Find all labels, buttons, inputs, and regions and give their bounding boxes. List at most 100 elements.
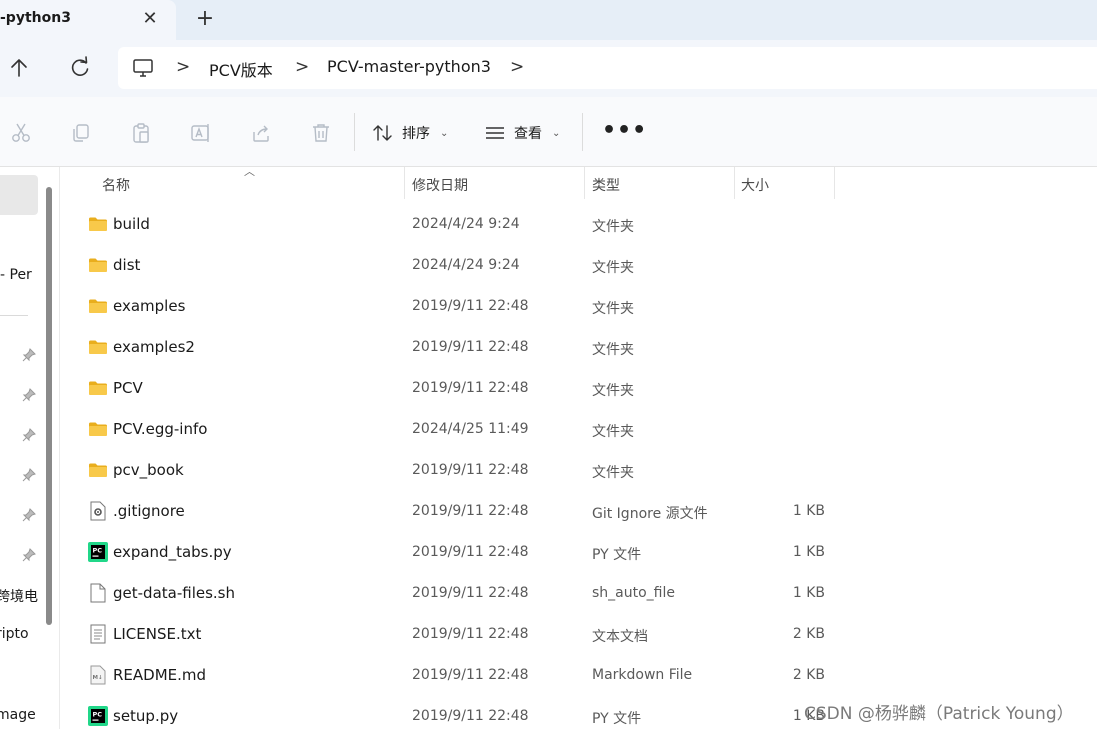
nav-divider — [0, 315, 28, 316]
folder-icon — [88, 378, 108, 398]
close-tab-icon[interactable]: ✕ — [140, 8, 160, 30]
pin-icon[interactable] — [22, 388, 36, 402]
computer-icon[interactable] — [132, 57, 154, 79]
delete-icon[interactable] — [309, 121, 333, 145]
file-row[interactable]: examples 2019/9/11 22:48 文件夹 — [60, 286, 1097, 327]
pin-icon[interactable] — [22, 548, 36, 562]
sort-icon — [373, 125, 392, 141]
file-name: get-data-files.sh — [113, 584, 235, 602]
folder-icon — [88, 296, 108, 316]
file-name: PCV.egg-info — [113, 420, 208, 438]
file-date: 2024/4/25 11:49 — [412, 421, 529, 437]
folder-icon — [88, 255, 108, 275]
watermark-text: CSDN @杨骅麟（Patrick Young） — [804, 704, 1074, 724]
chevron-right-icon[interactable]: > — [295, 57, 309, 77]
text-file-icon — [88, 624, 108, 644]
address-row: > PCV版本 > PCV-master-python3 > — [0, 40, 1097, 97]
refresh-icon[interactable] — [68, 54, 92, 82]
file-type: 文件夹 — [592, 342, 634, 358]
paste-icon[interactable] — [129, 121, 153, 145]
file-row[interactable]: examples2 2019/9/11 22:48 文件夹 — [60, 327, 1097, 368]
column-separator[interactable] — [584, 167, 585, 199]
file-type: 文件夹 — [592, 383, 634, 399]
breadcrumb-pcv-version[interactable]: PCV版本 — [209, 57, 273, 81]
pin-icon[interactable] — [22, 508, 36, 522]
file-name: examples — [113, 297, 186, 315]
nav-item-label[interactable]: - Per — [0, 267, 32, 283]
toolbar-divider — [582, 113, 583, 151]
sort-button[interactable]: 排序 ⌄ — [372, 119, 448, 147]
column-separator[interactable] — [404, 167, 405, 199]
new-tab-button[interactable]: + — [194, 6, 216, 32]
column-separator[interactable] — [734, 167, 735, 199]
file-type: 文件夹 — [592, 465, 634, 481]
breadcrumb-pcv-master[interactable]: PCV-master-python3 — [327, 57, 491, 76]
file-row[interactable]: M↓ README.md 2019/9/11 22:48 Markdown File 2… — [60, 655, 1097, 696]
rename-icon[interactable] — [189, 121, 213, 145]
file-name: .gitignore — [113, 502, 185, 520]
file-type: Git Ignore 源文件 — [592, 506, 708, 522]
cut-icon[interactable] — [9, 121, 33, 145]
file-row[interactable]: get-data-files.sh 2019/9/11 22:48 sh_auto_… — [60, 573, 1097, 614]
pin-icon[interactable] — [22, 468, 36, 482]
column-header-name[interactable]: 名称 — [102, 167, 402, 199]
tab-active[interactable]: -python3 ✕ — [0, 0, 176, 40]
file-size: 1 KB — [792, 585, 825, 601]
nav-selected-item[interactable] — [0, 175, 38, 215]
pycharm-icon: PC — [88, 542, 108, 562]
pin-icon[interactable] — [22, 428, 36, 442]
file-name: README.md — [113, 666, 207, 684]
file-name: LICENSE.txt — [113, 625, 202, 643]
arrow-up-icon[interactable] — [8, 54, 30, 82]
gear-file-icon — [88, 501, 108, 521]
column-header-type[interactable]: 类型 — [592, 167, 732, 199]
file-date: 2019/9/11 22:48 — [412, 667, 529, 683]
file-row[interactable]: PCV 2019/9/11 22:48 文件夹 — [60, 368, 1097, 409]
chevron-right-icon[interactable]: > — [510, 57, 524, 77]
share-icon[interactable] — [249, 121, 273, 145]
address-bar[interactable]: > PCV版本 > PCV-master-python3 > — [118, 47, 1097, 89]
file-row[interactable]: .gitignore 2019/9/11 22:48 Git Ignore 源文件 1… — [60, 491, 1097, 532]
folder-icon — [88, 214, 108, 234]
column-header-size[interactable]: 大小 — [741, 167, 831, 199]
file-type: 文本文档 — [592, 629, 648, 645]
column-separator[interactable] — [834, 167, 835, 199]
copy-icon[interactable] — [69, 121, 93, 145]
view-list-icon — [486, 127, 504, 139]
file-name: setup.py — [113, 707, 179, 725]
file-name: dist — [113, 256, 141, 274]
file-size: 1 KB — [792, 544, 825, 560]
markdown-file-icon: M↓ — [88, 665, 108, 685]
file-date: 2019/9/11 22:48 — [412, 339, 529, 355]
file-type: 文件夹 — [592, 260, 634, 276]
nav-item-label[interactable]: mage — [0, 707, 36, 723]
file-name: expand_tabs.py — [113, 543, 232, 561]
file-type: PY 文件 — [592, 711, 642, 727]
chevron-right-icon[interactable]: > — [176, 57, 190, 77]
file-name: pcv_book — [113, 461, 184, 479]
file-size: 1 KB — [792, 503, 825, 519]
file-row[interactable]: dist 2024/4/24 9:24 文件夹 — [60, 245, 1097, 286]
toolbar-divider — [354, 113, 355, 151]
nav-scrollbar[interactable] — [46, 187, 52, 625]
view-button[interactable]: 查看 ⌄ — [484, 119, 560, 147]
file-row[interactable]: LICENSE.txt 2019/9/11 22:48 文本文档 2 KB — [60, 614, 1097, 655]
navigation-pane: - Per 跨境电 ripto mage — [0, 167, 58, 729]
nav-item-label[interactable]: ripto — [0, 626, 29, 642]
nav-item-label[interactable]: 跨境电 — [0, 586, 38, 606]
file-row[interactable]: pcv_book 2019/9/11 22:48 文件夹 — [60, 450, 1097, 491]
file-row[interactable]: PC expand_tabs.py 2019/9/11 22:48 PY 文件 1 KB — [60, 532, 1097, 573]
file-type: 文件夹 — [592, 301, 634, 317]
file-date: 2019/9/11 22:48 — [412, 585, 529, 601]
more-options-icon[interactable]: ••• — [602, 119, 647, 143]
file-row[interactable]: build 2024/4/24 9:24 文件夹 — [60, 204, 1097, 245]
file-date: 2019/9/11 22:48 — [412, 626, 529, 642]
file-date: 2019/9/11 22:48 — [412, 462, 529, 478]
pycharm-icon: PC — [88, 706, 108, 726]
file-size: 2 KB — [792, 626, 825, 642]
file-date: 2024/4/24 9:24 — [412, 216, 520, 232]
file-row[interactable]: PCV.egg-info 2024/4/25 11:49 文件夹 — [60, 409, 1097, 450]
column-header-date[interactable]: 修改日期 — [412, 167, 582, 199]
pin-icon[interactable] — [22, 348, 36, 362]
file-date: 2024/4/24 9:24 — [412, 257, 520, 273]
